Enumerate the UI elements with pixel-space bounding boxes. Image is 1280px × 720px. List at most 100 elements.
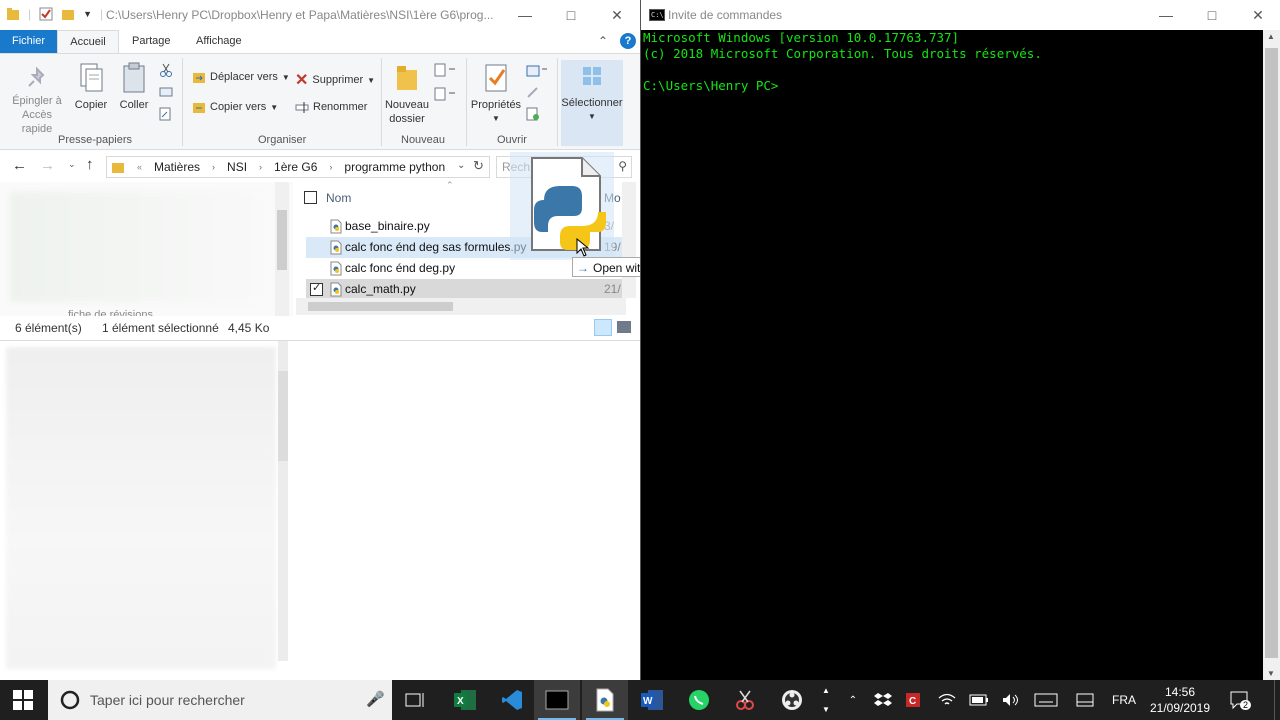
copy-path-icon[interactable] bbox=[159, 86, 173, 98]
help-icon[interactable]: ? bbox=[620, 33, 636, 49]
breadcrumb-item[interactable]: 1ère G6 bbox=[274, 160, 317, 174]
scroll-up-icon[interactable]: ▲ bbox=[1267, 32, 1275, 41]
properties-button[interactable]: Propriétés ▼ bbox=[470, 62, 522, 126]
battery-icon[interactable] bbox=[966, 680, 992, 720]
scroll-up-icon[interactable]: ▲ bbox=[822, 686, 830, 695]
breadcrumb-chevron-icon[interactable]: › bbox=[329, 162, 332, 172]
address-dropdown-icon[interactable]: ⌄ bbox=[457, 160, 465, 171]
paste-shortcut-icon[interactable] bbox=[159, 107, 171, 121]
show-desktop-button[interactable] bbox=[1274, 680, 1280, 720]
start-button[interactable] bbox=[0, 680, 46, 720]
navigation-scrollbar[interactable] bbox=[275, 182, 289, 316]
scrollbar-thumb[interactable] bbox=[308, 302, 453, 311]
cut-icon[interactable] bbox=[159, 63, 173, 77]
address-bar[interactable]: « Matières › NSI › 1ère G6 › programme pyth… bbox=[106, 156, 490, 178]
rename-button[interactable]: Renommer bbox=[295, 100, 367, 114]
open-icon[interactable] bbox=[526, 63, 548, 77]
large-icons-view-icon[interactable] bbox=[617, 321, 631, 333]
breadcrumb-chevron-icon[interactable]: › bbox=[212, 162, 215, 172]
microphone-icon[interactable]: 🎤 bbox=[366, 690, 385, 708]
breadcrumb-item[interactable]: Matières bbox=[154, 160, 200, 174]
vscode-icon[interactable] bbox=[489, 680, 535, 720]
column-name[interactable]: Nom bbox=[326, 191, 351, 205]
close-button[interactable]: ✕ bbox=[1235, 0, 1280, 30]
tab-home[interactable]: Accueil bbox=[57, 30, 119, 53]
easy-access-icon[interactable] bbox=[434, 87, 456, 101]
breadcrumb-item[interactable]: NSI bbox=[227, 160, 247, 174]
drag-preview bbox=[510, 152, 614, 260]
python-file-taskbar-button[interactable] bbox=[582, 680, 628, 720]
overflow-chevron-icon[interactable]: « bbox=[137, 162, 142, 172]
move-to-button[interactable]: Déplacer vers ▼ bbox=[192, 70, 290, 84]
properties-label: Propriétés bbox=[470, 99, 522, 111]
maximize-button[interactable]: □ bbox=[548, 0, 594, 30]
up-arrow-icon[interactable]: ↑ bbox=[86, 156, 94, 173]
file-row[interactable]: ✓ calc_math.py 21/ bbox=[306, 279, 626, 300]
snipping-tool-icon[interactable] bbox=[722, 680, 768, 720]
select-all-checkbox[interactable] bbox=[304, 191, 317, 204]
obs-icon[interactable] bbox=[769, 680, 815, 720]
copy-to-button[interactable]: Copier vers ▼ bbox=[192, 100, 278, 114]
action-center-button[interactable]: 2 bbox=[1222, 680, 1258, 720]
taskbar-scroll-arrows[interactable]: ▲ ▼ bbox=[818, 680, 834, 720]
history-icon[interactable] bbox=[526, 107, 540, 121]
details-view-icon[interactable] bbox=[594, 319, 612, 336]
select-button[interactable]: Sélectionner ▼ bbox=[561, 60, 623, 146]
pin-quick-access-button[interactable]: Épingler à Accès rapide bbox=[6, 66, 68, 136]
cmd-taskbar-button[interactable] bbox=[534, 680, 580, 720]
delete-button[interactable]: ✕ Supprimer ▼ bbox=[295, 70, 375, 90]
breadcrumb-item[interactable]: programme python bbox=[344, 160, 445, 174]
volume-icon[interactable] bbox=[998, 680, 1024, 720]
clock[interactable]: 14:56 21/09/2019 bbox=[1142, 684, 1218, 716]
console-output[interactable]: Microsoft Windows [version 10.0.17763.73… bbox=[643, 30, 1263, 680]
whatsapp-icon[interactable] bbox=[676, 680, 722, 720]
maximize-button[interactable]: □ bbox=[1189, 0, 1235, 30]
refresh-icon[interactable]: ↻ bbox=[473, 158, 484, 174]
new-folder-icon[interactable] bbox=[61, 7, 75, 21]
console-scrollbar[interactable]: ▲ ▼ bbox=[1263, 30, 1280, 680]
collapse-ribbon-icon[interactable]: ⌃ bbox=[598, 30, 608, 53]
background-scrollbar bbox=[278, 341, 288, 661]
excel-icon[interactable]: X bbox=[442, 680, 488, 720]
dropbox-icon[interactable] bbox=[870, 680, 896, 720]
row-checkbox[interactable]: ✓ bbox=[310, 282, 323, 296]
copy-button[interactable]: Copier bbox=[72, 62, 110, 112]
paste-button[interactable]: Coller bbox=[116, 62, 152, 112]
file-date: 21/ bbox=[604, 282, 621, 296]
task-view-button[interactable] bbox=[392, 680, 438, 720]
file-name: base_binaire.py bbox=[345, 219, 430, 233]
qat-dropdown-icon[interactable]: ▼ bbox=[83, 9, 92, 19]
forward-arrow-icon[interactable]: → bbox=[40, 157, 55, 174]
minimize-button[interactable]: — bbox=[1143, 0, 1189, 30]
antivirus-icon[interactable]: C bbox=[900, 680, 926, 720]
close-button[interactable]: ✕ bbox=[594, 0, 640, 30]
taskbar-search[interactable]: Taper ici pour rechercher 🎤 bbox=[48, 680, 392, 720]
python-file-icon bbox=[596, 688, 614, 712]
word-icon[interactable]: W bbox=[629, 680, 675, 720]
show-hidden-icons-button[interactable]: ⌃ bbox=[842, 680, 864, 720]
tab-share[interactable]: Partage bbox=[132, 30, 171, 53]
navigation-pane: fiche de révisions bbox=[0, 182, 293, 316]
breadcrumb-chevron-icon[interactable]: › bbox=[259, 162, 262, 172]
new-folder-button[interactable]: Nouveau dossier bbox=[384, 62, 430, 126]
tab-view[interactable]: Affichage bbox=[196, 30, 242, 53]
wifi-icon[interactable] bbox=[934, 680, 960, 720]
scrollbar-thumb[interactable] bbox=[1265, 48, 1278, 658]
minimize-button[interactable]: — bbox=[502, 0, 548, 30]
keyboard-icon[interactable] bbox=[1030, 680, 1062, 720]
scroll-down-icon[interactable]: ▼ bbox=[1267, 669, 1275, 678]
tab-file[interactable]: Fichier bbox=[0, 30, 57, 53]
nav-item-partial[interactable]: fiche de révisions bbox=[68, 308, 153, 316]
move-to-label: Déplacer vers bbox=[210, 71, 278, 83]
touchpad-icon[interactable] bbox=[1072, 680, 1098, 720]
quick-access-toolbar: | ▼ | bbox=[6, 7, 103, 21]
scrollbar-thumb[interactable] bbox=[277, 210, 287, 270]
recent-locations-icon[interactable]: ⌄ bbox=[68, 159, 76, 170]
file-list-horizontal-scrollbar[interactable] bbox=[296, 298, 626, 315]
new-item-icon[interactable] bbox=[434, 63, 456, 77]
scroll-down-icon[interactable]: ▼ bbox=[822, 705, 830, 714]
properties-check-icon[interactable] bbox=[39, 7, 53, 21]
back-arrow-icon[interactable]: ← bbox=[12, 157, 27, 174]
file-list-vertical-scrollbar[interactable] bbox=[622, 182, 636, 298]
input-language[interactable]: FRA bbox=[1106, 680, 1142, 720]
